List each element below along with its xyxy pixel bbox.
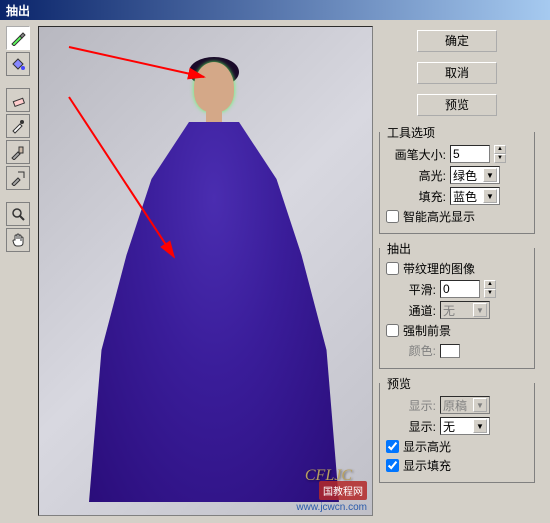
spin-up-icon[interactable]: ▲: [484, 280, 496, 289]
ok-button[interactable]: 确定: [417, 30, 497, 52]
fill-icon: [10, 56, 26, 72]
force-fg-label: 强制前景: [403, 322, 451, 339]
brush-size-spinner[interactable]: ▲▼: [494, 145, 506, 163]
preview-button[interactable]: 预览: [417, 94, 497, 116]
textured-label: 带纹理的图像: [403, 260, 475, 277]
spin-down-icon[interactable]: ▼: [494, 154, 506, 163]
channel-select: 无▼: [440, 301, 490, 319]
figure-dress: [89, 122, 339, 502]
extracted-figure: [89, 52, 339, 502]
cleanup-tool[interactable]: [6, 140, 30, 164]
smart-highlight-checkbox[interactable]: [386, 210, 399, 223]
dialog-title: 抽出: [6, 2, 30, 19]
dialog-body: CFLJC 国教程网 www.jcwcn.com 确定 取消 预览 工具选项 画…: [0, 20, 550, 522]
fill-label: 填充:: [386, 188, 446, 205]
site-badge: 国教程网: [319, 481, 367, 500]
smart-highlight-label: 智能高光显示: [403, 208, 475, 225]
eraser-tool[interactable]: [6, 88, 30, 112]
group-title: 预览: [384, 375, 414, 392]
textured-checkbox[interactable]: [386, 262, 399, 275]
figure-head: [194, 62, 234, 112]
preview-group: 预览 显示: 原稿▼ 显示: 无▼ 显示高光 显示填充: [379, 383, 535, 483]
color-swatch: [440, 344, 460, 358]
highlight-value: 绿色: [453, 167, 477, 184]
spin-up-icon[interactable]: ▲: [494, 145, 506, 154]
display-select[interactable]: 无▼: [440, 417, 490, 435]
extract-group: 抽出 带纹理的图像 平滑: ▲▼ 通道: 无▼ 强制前景 颜色:: [379, 248, 535, 369]
eraser-icon: [10, 92, 26, 108]
display-label: 显示:: [386, 418, 436, 435]
hand-icon: [10, 232, 26, 248]
chevron-down-icon: ▼: [483, 168, 497, 182]
tool-options-group: 工具选项 画笔大小: ▲▼ 高光: 绿色▼ 填充: 蓝色▼ 智能高光显示: [379, 132, 535, 234]
toolbar: [6, 26, 34, 516]
show-value: 原稿: [443, 397, 467, 414]
highlighter-tool[interactable]: [6, 26, 30, 50]
chevron-down-icon: ▼: [473, 419, 487, 433]
fill-value: 蓝色: [453, 188, 477, 205]
smooth-spinner[interactable]: ▲▼: [484, 280, 496, 298]
zoom-tool[interactable]: [6, 202, 30, 226]
site-url: www.jcwcn.com: [296, 502, 367, 513]
channel-value: 无: [443, 302, 455, 319]
highlight-select[interactable]: 绿色 ▼: [450, 166, 500, 184]
eyedropper-icon: [10, 118, 26, 134]
group-title: 工具选项: [384, 124, 438, 141]
show-highlight-label: 显示高光: [403, 438, 451, 455]
cancel-button[interactable]: 取消: [417, 62, 497, 84]
show-fill-checkbox[interactable]: [386, 459, 399, 472]
spin-down-icon[interactable]: ▼: [484, 289, 496, 298]
zoom-icon: [10, 206, 26, 222]
preview-canvas[interactable]: CFLJC 国教程网 www.jcwcn.com: [38, 26, 373, 516]
brush-size-label: 画笔大小:: [386, 146, 446, 163]
show-select: 原稿 ▼: [440, 396, 490, 414]
channel-label: 通道:: [386, 302, 436, 319]
smooth-input[interactable]: [440, 280, 480, 298]
cleanup-icon: [10, 144, 26, 160]
options-panel: 确定 取消 预览 工具选项 画笔大小: ▲▼ 高光: 绿色▼ 填充: 蓝色▼ 智…: [377, 26, 537, 516]
brush-size-input[interactable]: [450, 145, 490, 163]
color-label: 颜色:: [386, 342, 436, 359]
chevron-down-icon: ▼: [473, 303, 487, 317]
highlighter-icon: [10, 30, 26, 46]
chevron-down-icon: ▼: [473, 398, 487, 412]
force-fg-checkbox[interactable]: [386, 324, 399, 337]
edge-tool[interactable]: [6, 166, 30, 190]
chevron-down-icon: ▼: [483, 189, 497, 203]
eyedropper-tool[interactable]: [6, 114, 30, 138]
show-fill-label: 显示填充: [403, 457, 451, 474]
fill-tool[interactable]: [6, 52, 30, 76]
title-bar: 抽出: [0, 0, 550, 20]
highlight-label: 高光:: [386, 167, 446, 184]
group-title: 抽出: [384, 240, 414, 257]
hand-tool[interactable]: [6, 228, 30, 252]
fill-select[interactable]: 蓝色 ▼: [450, 187, 500, 205]
display-value: 无: [443, 418, 455, 435]
smooth-label: 平滑:: [386, 281, 436, 298]
show-highlight-checkbox[interactable]: [386, 440, 399, 453]
edge-icon: [10, 170, 26, 186]
show-label: 显示:: [386, 397, 436, 414]
